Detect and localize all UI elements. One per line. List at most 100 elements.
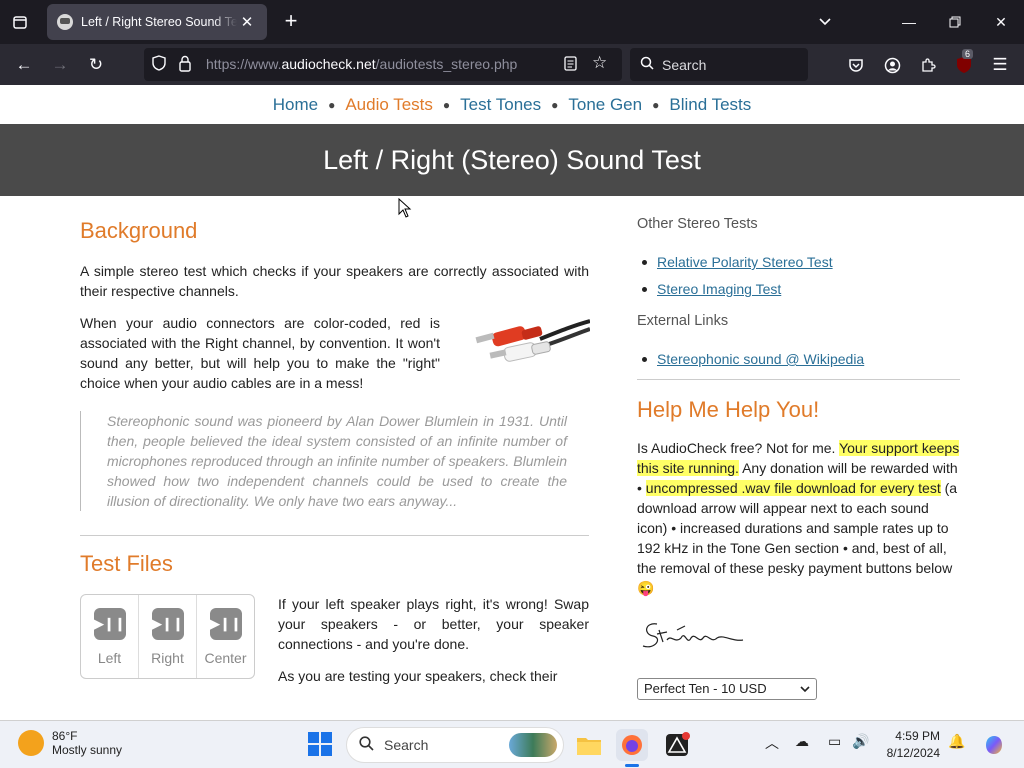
other-stereo-tests-heading: Other Stereo Tests xyxy=(637,216,758,232)
test-files-p1: If your left speaker plays right, it's w… xyxy=(278,596,589,652)
tray-overflow-chevron-icon[interactable]: ︿ xyxy=(765,733,779,753)
windows-taskbar: 86°F Mostly sunny Search ︿ ☁ ▭ 🔊 4:59 PM… xyxy=(0,720,1024,768)
search-placeholder: Search xyxy=(662,56,707,73)
nav-audio-tests[interactable]: Audio Tests xyxy=(345,95,433,115)
test-files-p2: As you are testing your speakers, check … xyxy=(278,668,558,684)
weather-temp: 86°F xyxy=(52,729,78,743)
search-bar[interactable]: Search xyxy=(630,48,808,81)
chevron-down-icon xyxy=(800,679,810,699)
list-item: Relative Polarity Stereo Test xyxy=(642,252,960,272)
main-column: Background A simple stereo test which ch… xyxy=(80,196,591,714)
back-arrow-icon[interactable]: ← xyxy=(9,50,39,80)
play-pause-icon[interactable]: ▶❙❙ xyxy=(151,608,184,640)
weather-widget[interactable]: 86°F Mostly sunny xyxy=(18,729,122,757)
url-text[interactable]: https://www.audiocheck.net/audiotests_st… xyxy=(206,56,517,72)
copilot-icon[interactable] xyxy=(978,729,1010,761)
search-icon xyxy=(359,736,374,754)
site-nav: Home ● Audio Tests ● Test Tones ● Tone G… xyxy=(0,85,1024,124)
app-triangle-icon[interactable] xyxy=(661,729,693,761)
other-tests-list: Relative Polarity Stereo Test Stereo Ima… xyxy=(642,252,960,299)
taskbar-search-label: Search xyxy=(384,737,429,753)
reader-view-icon[interactable] xyxy=(564,56,577,74)
page-title-banner: Left / Right (Stereo) Sound Test xyxy=(0,124,1024,196)
file-explorer-icon[interactable] xyxy=(573,729,605,761)
audio-player-group: ▶❙❙ Left ▶❙❙ Right ▶❙❙ Center xyxy=(80,594,255,679)
extensions-puzzle-icon[interactable] xyxy=(913,50,943,80)
web-page: Home ● Audio Tests ● Test Tones ● Tone G… xyxy=(0,85,1024,720)
donation-selected-option: Perfect Ten - 10 USD xyxy=(644,681,767,696)
section-divider xyxy=(80,535,589,536)
list-item: Stereo Imaging Test xyxy=(642,279,960,299)
player-left-label: Left xyxy=(97,650,122,666)
test-files-heading: Test Files xyxy=(80,551,173,576)
system-clock[interactable]: 4:59 PM 8/12/2024 xyxy=(866,728,940,762)
blumlein-quote: Stereophonic sound was pioneerd by Alan … xyxy=(80,411,589,511)
play-pause-icon[interactable]: ▶❙❙ xyxy=(209,608,242,640)
wikipedia-link[interactable]: Stereophonic sound @ Wikipedia xyxy=(657,349,864,369)
bookmark-star-icon[interactable]: ☆ xyxy=(592,53,607,73)
external-links-heading: External Links xyxy=(637,313,729,329)
list-all-tabs-chevron-icon[interactable] xyxy=(802,0,848,44)
tab-title: Left / Right Stereo Sound Test ( xyxy=(81,15,237,29)
play-pause-icon[interactable]: ▶❙❙ xyxy=(93,608,126,640)
nav-separator: ● xyxy=(328,97,336,112)
donation-amount-select[interactable]: Perfect Ten - 10 USD xyxy=(637,678,817,700)
rca-cable-image xyxy=(470,311,591,381)
search-icon xyxy=(640,56,654,73)
firefox-icon[interactable] xyxy=(616,729,648,767)
player-center-label: Center xyxy=(204,650,247,666)
nav-separator: ● xyxy=(652,97,660,112)
list-item: Stereophonic sound @ Wikipedia xyxy=(642,349,960,369)
search-highlight-image xyxy=(509,733,557,757)
nav-home[interactable]: Home xyxy=(273,95,318,115)
relative-polarity-link[interactable]: Relative Polarity Stereo Test xyxy=(657,252,833,272)
signature-image xyxy=(637,616,960,666)
player-right-label: Right xyxy=(151,650,184,666)
clock-time: 4:59 PM xyxy=(895,729,940,743)
clock-date: 8/12/2024 xyxy=(886,746,940,760)
menu-hamburger-icon[interactable]: ☰ xyxy=(985,50,1015,80)
minimize-button[interactable]: — xyxy=(886,0,932,44)
nav-separator: ● xyxy=(442,97,451,112)
tracking-shield-icon[interactable] xyxy=(152,55,166,75)
taskbar-search[interactable]: Search xyxy=(346,727,564,763)
navigation-toolbar: ← → ↻ https://www.audiocheck.net/audiote… xyxy=(0,44,1024,85)
windows-start-icon[interactable] xyxy=(307,731,335,759)
account-icon[interactable] xyxy=(877,50,907,80)
reload-icon[interactable]: ↻ xyxy=(81,50,111,80)
page-title: Left / Right (Stereo) Sound Test xyxy=(323,144,701,175)
sidebar-divider xyxy=(637,379,960,380)
nav-blind-tests[interactable]: Blind Tests xyxy=(669,95,751,115)
nav-separator: ● xyxy=(551,97,559,112)
background-intro: A simple stereo test which checks if you… xyxy=(80,263,589,299)
restore-button[interactable] xyxy=(932,0,978,44)
sidebar: Other Stereo Tests Relative Polarity Ste… xyxy=(637,196,960,700)
stereo-imaging-link[interactable]: Stereo Imaging Test xyxy=(657,279,781,299)
help-text: Is AudioCheck free? Not for me. Your sup… xyxy=(637,440,960,596)
active-tab[interactable]: Left / Right Stereo Sound Test ( ✕ xyxy=(47,4,267,40)
test-files-text: If your left speaker plays right, it's w… xyxy=(278,594,589,698)
notification-bell-icon[interactable]: 🔔 xyxy=(948,733,965,750)
tab-list-icon[interactable] xyxy=(6,8,34,36)
forward-arrow-icon[interactable]: → xyxy=(45,50,75,80)
background-heading: Background xyxy=(80,218,198,243)
cloud-offline-icon[interactable]: ☁ xyxy=(795,733,809,750)
extension-badge: 6 xyxy=(962,49,974,59)
nav-test-tones[interactable]: Test Tones xyxy=(460,95,541,115)
tab-close-icon[interactable]: ✕ xyxy=(237,13,257,31)
player-center[interactable]: ▶❙❙ Center xyxy=(196,595,254,678)
close-window-button[interactable]: ✕ xyxy=(978,0,1024,44)
display-icon[interactable]: ▭ xyxy=(828,733,841,750)
external-links-list: Stereophonic sound @ Wikipedia xyxy=(642,349,960,369)
player-left[interactable]: ▶❙❙ Left xyxy=(81,595,138,678)
new-tab-button[interactable]: + xyxy=(278,9,304,35)
wav-download-highlight: uncompressed .wav file download for ever… xyxy=(645,480,941,496)
background-connectors-text: When your audio connectors are color-cod… xyxy=(80,315,440,391)
address-bar[interactable]: https://www.audiocheck.net/audiotests_st… xyxy=(144,48,622,81)
ublock-origin-icon[interactable]: 6 xyxy=(949,49,979,80)
mouse-cursor-icon xyxy=(398,197,412,218)
pocket-icon[interactable] xyxy=(841,50,871,80)
nav-tone-gen[interactable]: Tone Gen xyxy=(568,95,642,115)
lock-icon[interactable] xyxy=(178,55,192,77)
player-right[interactable]: ▶❙❙ Right xyxy=(138,595,196,678)
